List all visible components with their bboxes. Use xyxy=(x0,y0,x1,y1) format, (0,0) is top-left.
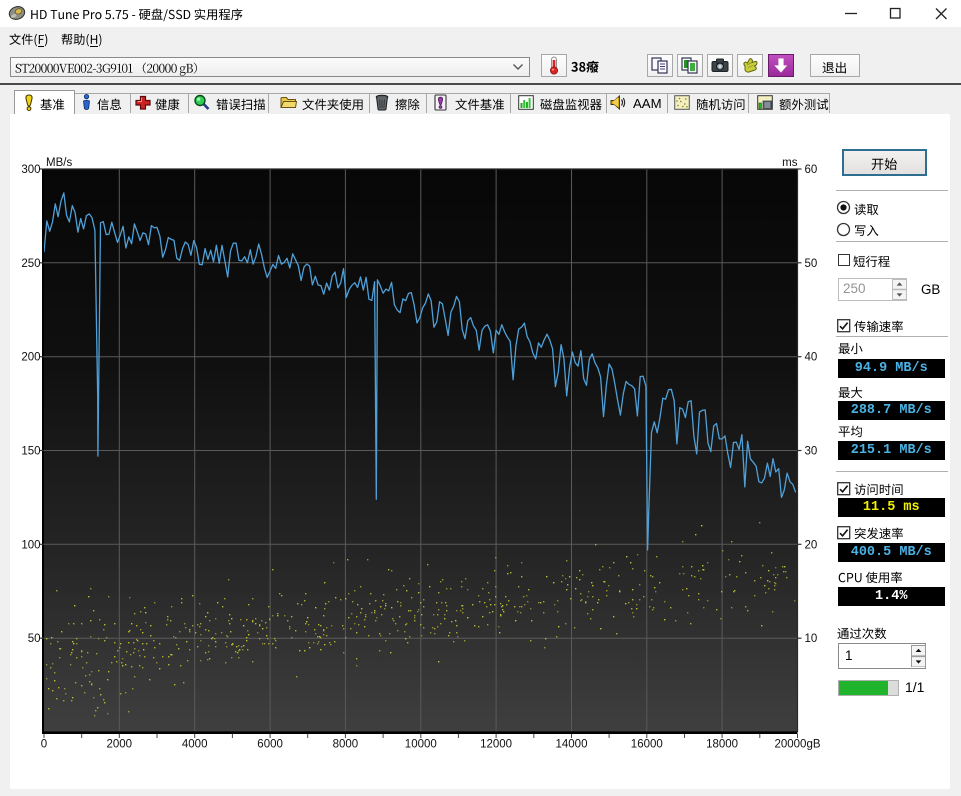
svg-text:20000gB: 20000gB xyxy=(774,739,820,751)
svg-text:150: 150 xyxy=(21,446,40,458)
svg-text:20: 20 xyxy=(805,539,818,551)
svg-text:200: 200 xyxy=(21,352,40,364)
svg-text:10: 10 xyxy=(805,633,818,645)
svg-text:300: 300 xyxy=(21,164,40,176)
svg-text:6000: 6000 xyxy=(257,739,283,751)
svg-text:100: 100 xyxy=(21,539,40,551)
svg-text:10000: 10000 xyxy=(405,739,437,751)
svg-text:2000: 2000 xyxy=(107,739,133,751)
svg-text:60: 60 xyxy=(805,164,818,176)
svg-text:50: 50 xyxy=(805,258,818,270)
svg-text:0: 0 xyxy=(41,739,47,751)
svg-text:MB/s: MB/s xyxy=(46,157,72,169)
svg-text:4000: 4000 xyxy=(182,739,208,751)
svg-text:12000: 12000 xyxy=(480,739,512,751)
svg-text:250: 250 xyxy=(21,258,40,270)
svg-text:50: 50 xyxy=(28,633,41,645)
svg-text:16000: 16000 xyxy=(631,739,663,751)
svg-text:8000: 8000 xyxy=(333,739,359,751)
svg-text:14000: 14000 xyxy=(556,739,588,751)
svg-text:40: 40 xyxy=(805,352,818,364)
svg-text:ms: ms xyxy=(782,157,798,169)
svg-text:18000: 18000 xyxy=(706,739,738,751)
svg-text:30: 30 xyxy=(805,446,818,458)
